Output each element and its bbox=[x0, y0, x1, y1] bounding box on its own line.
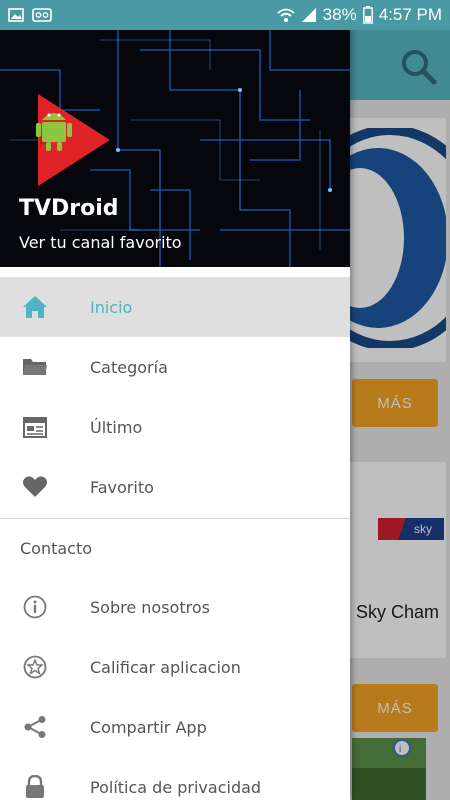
drawer-menu: Inicio Categoría Último Favorito Contact… bbox=[0, 277, 350, 800]
drawer-header: TVDroid Ver tu canal favorito bbox=[0, 30, 350, 267]
voicemail-icon bbox=[32, 8, 52, 22]
menu-item-label: Inicio bbox=[90, 297, 133, 317]
star-icon bbox=[23, 655, 47, 679]
battery-percent: 38% bbox=[322, 5, 357, 24]
menu-item-label: Sobre nosotros bbox=[90, 597, 210, 617]
menu-item-label: Calificar aplicacion bbox=[90, 657, 241, 677]
menu-item-compartir[interactable]: Compartir App bbox=[0, 697, 350, 757]
status-bar: 38% 4:57 PM bbox=[0, 0, 450, 30]
menu-item-label: Compartir App bbox=[90, 717, 207, 737]
menu-item-sobre-nosotros[interactable]: Sobre nosotros bbox=[0, 577, 350, 637]
home-icon bbox=[23, 296, 47, 318]
navigation-drawer: TVDroid Ver tu canal favorito Inicio Cat… bbox=[0, 30, 350, 800]
clock: 4:57 PM bbox=[378, 5, 442, 24]
menu-item-calificar[interactable]: Calificar aplicacion bbox=[0, 637, 350, 697]
app-name: TVDroid bbox=[19, 196, 119, 221]
menu-item-label: Política de privacidad bbox=[90, 777, 262, 797]
app-logo bbox=[36, 94, 110, 186]
menu-item-label: Favorito bbox=[90, 477, 154, 497]
menu-item-politica[interactable]: Política de privacidad bbox=[0, 757, 350, 800]
menu-item-label: Último bbox=[90, 417, 143, 437]
menu-item-inicio[interactable]: Inicio bbox=[0, 277, 350, 337]
menu-item-label: Categoría bbox=[90, 357, 168, 377]
app-tagline: Ver tu canal favorito bbox=[19, 233, 182, 252]
calendar-icon bbox=[23, 417, 47, 438]
battery-icon bbox=[362, 6, 373, 24]
lock-icon bbox=[26, 775, 44, 798]
info-icon bbox=[23, 595, 47, 619]
menu-item-ultimo[interactable]: Último bbox=[0, 397, 350, 457]
wifi-icon bbox=[277, 8, 295, 22]
gallery-notification-icon bbox=[8, 8, 24, 22]
menu-item-favorito[interactable]: Favorito bbox=[0, 457, 350, 517]
signal-icon bbox=[301, 8, 316, 22]
heart-icon bbox=[23, 476, 47, 497]
menu-item-categoria[interactable]: Categoría bbox=[0, 337, 350, 397]
share-icon bbox=[24, 716, 46, 738]
folder-icon bbox=[23, 359, 47, 375]
section-title-contacto: Contacto bbox=[20, 538, 93, 558]
